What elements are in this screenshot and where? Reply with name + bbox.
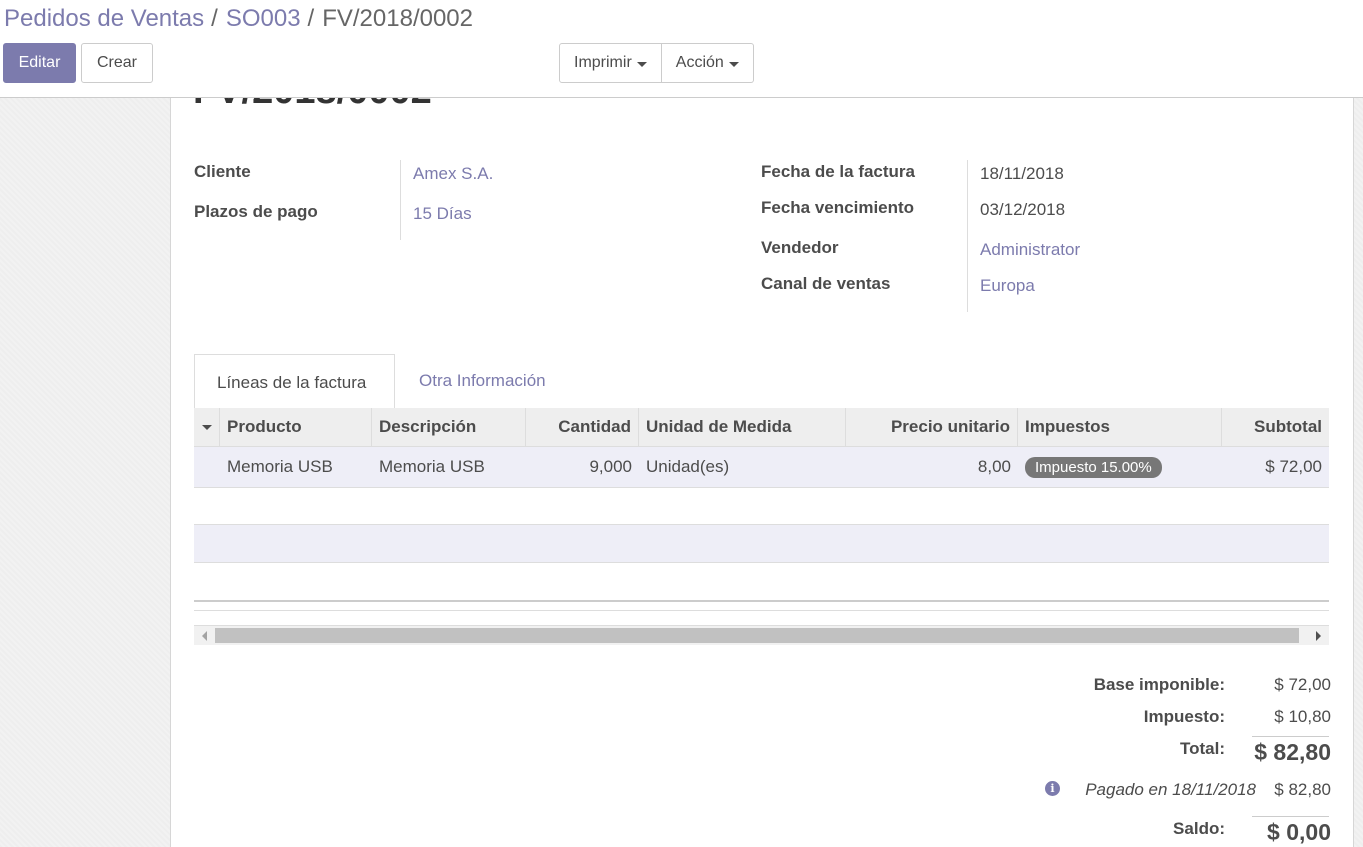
column-header-subtotal[interactable]: Subtotal: [1222, 408, 1329, 446]
caret-down-icon: [728, 61, 739, 67]
base-amount-label: Base imponible:: [1093, 675, 1225, 694]
customer-label: Cliente: [194, 162, 251, 181]
sales-channel-label: Canal de ventas: [761, 274, 891, 293]
empty-row: [194, 525, 1329, 563]
tax-amount-label: Impuesto:: [1143, 707, 1225, 726]
table-row[interactable]: Memoria USB Memoria USB 9,000 Unidad(es)…: [194, 447, 1329, 488]
scroll-left-icon[interactable]: [202, 631, 207, 641]
cell-subtotal: $ 72,00: [1265, 457, 1322, 476]
table-header: Producto Descripción Cantidad Unidad de …: [194, 408, 1329, 447]
payment-amount: $ 82,80: [1274, 780, 1331, 799]
form-sheet: FV/2018/0002 Cliente Amex S.A. Plazos de…: [170, 98, 1354, 847]
due-date-field[interactable]: 03/12/2018: [980, 200, 1065, 220]
total-divider: [1252, 736, 1329, 737]
balance-label: Saldo:: [1173, 819, 1225, 838]
cell-unit-price: 8,00: [977, 457, 1011, 476]
column-header-product[interactable]: Producto: [220, 408, 372, 446]
payment-terms-label: Plazos de pago: [194, 202, 318, 221]
cell-description: Memoria USB: [379, 457, 485, 476]
edit-button[interactable]: Editar: [3, 43, 76, 83]
cell-quantity: 9,000: [589, 457, 632, 476]
cell-taxes: Impuesto 15.00%: [1018, 447, 1222, 487]
table-footer: [194, 600, 1329, 602]
salesperson-label: Vendedor: [761, 238, 839, 257]
breadcrumb-separator: /: [211, 5, 218, 32]
print-dropdown[interactable]: Imprimir: [559, 43, 662, 83]
table-footer-divider: [194, 610, 1329, 611]
cell-product: Memoria USB: [227, 457, 333, 476]
column-header-unit-price[interactable]: Precio unitario: [846, 408, 1018, 446]
print-dropdown-label: Imprimir: [574, 54, 632, 71]
column-header-description[interactable]: Descripción: [372, 408, 526, 446]
info-icon[interactable]: i: [1045, 781, 1060, 796]
scrollbar-thumb[interactable]: [215, 628, 1299, 643]
total-label: Total:: [1179, 739, 1225, 758]
base-amount-value: $ 72,00: [1274, 675, 1331, 694]
column-header-quantity[interactable]: Cantidad: [526, 408, 639, 446]
control-panel: Pedidos de Ventas / SO003/FV/2018/0002 Edi…: [0, 0, 1363, 98]
breadcrumb-item-so003[interactable]: SO003: [226, 5, 301, 32]
caret-down-icon: [636, 61, 647, 67]
customer-field[interactable]: Amex S.A.: [413, 164, 493, 184]
invoice-date-label: Fecha de la factura: [761, 162, 916, 181]
scroll-right-icon[interactable]: [1316, 631, 1321, 641]
field-divider: [967, 160, 968, 312]
total-value: $ 82,80: [1254, 739, 1331, 765]
column-header-uom[interactable]: Unidad de Medida: [639, 408, 846, 446]
balance-value: $ 0,00: [1267, 819, 1331, 845]
tax-badge: Impuesto 15.00%: [1025, 456, 1162, 478]
horizontal-scrollbar[interactable]: [194, 625, 1329, 645]
row-handle: [194, 447, 220, 487]
action-dropdown-label: Acción: [675, 54, 724, 71]
sales-channel-field[interactable]: Europa: [980, 276, 1035, 296]
cell-uom: Unidad(es): [646, 457, 730, 476]
tax-amount-value: $ 10,80: [1274, 707, 1331, 726]
salesperson-field[interactable]: Administrator: [980, 240, 1080, 260]
breadcrumb-item-sales-orders[interactable]: Pedidos de Ventas: [4, 5, 204, 32]
invoice-lines-table: Producto Descripción Cantidad Unidad de …: [194, 408, 1329, 488]
tab-invoice-lines[interactable]: Líneas de la factura: [194, 354, 395, 410]
tab-other-info[interactable]: Otra Información: [397, 354, 568, 408]
row-divider: [194, 562, 1329, 563]
field-divider: [400, 160, 401, 240]
balance-divider: [1252, 816, 1329, 817]
caret-down-icon: [201, 424, 212, 430]
handle-column-toggle[interactable]: [194, 408, 220, 446]
document-title: FV/2018/0002: [193, 98, 432, 113]
payment-terms-field[interactable]: 15 Días: [413, 204, 472, 224]
breadcrumb: Pedidos de Ventas / SO003/FV/2018/0002: [4, 5, 473, 33]
column-header-taxes[interactable]: Impuestos: [1018, 408, 1222, 446]
payment-info: Pagado en 18/11/2018: [1085, 780, 1256, 799]
breadcrumb-separator: /: [307, 5, 315, 32]
due-date-label: Fecha vencimiento: [761, 198, 915, 217]
action-dropdown[interactable]: Acción: [661, 43, 754, 83]
create-button[interactable]: Crear: [81, 43, 153, 83]
breadcrumb-current: FV/2018/0002: [322, 5, 474, 32]
sidebar-actions: Imprimir Acción: [559, 43, 754, 83]
invoice-date-field[interactable]: 18/11/2018: [980, 164, 1064, 184]
